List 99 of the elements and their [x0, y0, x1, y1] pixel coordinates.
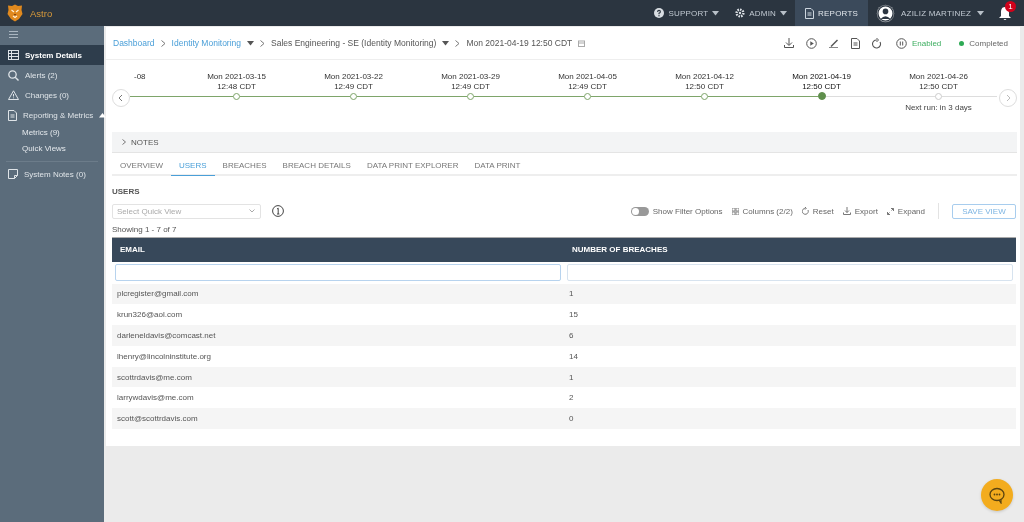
sidebar-item[interactable]: System Details: [0, 45, 104, 65]
next-run-note: Next run: in 3 days: [905, 103, 972, 112]
sidebar-item[interactable]: Reporting & Metrics: [0, 105, 104, 125]
edit-icon[interactable]: [828, 38, 839, 48]
sidebar-item[interactable]: Changes (0): [0, 85, 104, 105]
refresh-icon: [801, 207, 809, 215]
sidebar-item[interactable]: Alerts (2): [0, 65, 104, 85]
notification-badge: 1: [1005, 1, 1016, 12]
tab[interactable]: DATA PRINT: [466, 156, 529, 176]
sidebar-subitem[interactable]: Quick Views: [0, 141, 104, 157]
caret-icon: [247, 40, 255, 46]
refresh-icon[interactable]: [871, 37, 882, 49]
tab[interactable]: DATA PRINT EXPLORER: [358, 156, 467, 176]
table-cell: 6: [564, 325, 1016, 346]
document-icon[interactable]: [850, 37, 860, 49]
status-dot-icon: [959, 40, 965, 46]
breadcrumb-item: Mon 2021-04-19 12:50 CDT: [466, 38, 573, 48]
chevron-down-icon: [249, 209, 255, 213]
user-menu-button[interactable]: AZILIZ MARTINEZ: [868, 0, 992, 26]
table-cell: 0: [564, 408, 1016, 430]
notes-toggle[interactable]: NOTES: [112, 132, 1017, 153]
download-icon[interactable]: [783, 38, 794, 48]
info-icon[interactable]: [272, 205, 284, 217]
nav-menu-button[interactable]: REPORTS: [795, 0, 869, 26]
run-status: Completed: [969, 38, 1008, 48]
table-cell: scottrdavis@me.com: [112, 366, 564, 388]
timeline-date[interactable]: Mon 2021-03-29 12:49 CDT: [441, 72, 500, 92]
search-icon: [8, 69, 19, 81]
breadcrumb-item[interactable]: Sales Engineering - SE (Identity Monitoring): [271, 38, 437, 48]
expand-button[interactable]: Expand: [886, 206, 925, 216]
note-icon: [8, 169, 18, 179]
reset-button[interactable]: Reset: [801, 206, 834, 216]
timeline-date[interactable]: Mon 2021-04-19 12:50 CDT: [792, 72, 851, 92]
sidebar-item[interactable]: System Notes (0): [0, 164, 104, 184]
app-name: Astro: [30, 7, 53, 19]
column-header[interactable]: NUMBER OF BREACHES: [564, 237, 1016, 262]
timeline-point[interactable]: [467, 92, 474, 100]
help-icon: [654, 8, 665, 18]
nav-menu-button[interactable]: SUPPORT: [646, 0, 728, 26]
tab[interactable]: BREACHES: [214, 156, 275, 176]
table-cell: 2: [564, 387, 1016, 409]
avatar-icon: [876, 3, 896, 23]
document-icon: [805, 7, 815, 19]
table-cell: scott@scottrdavis.com: [112, 408, 564, 430]
caret-icon: [780, 10, 788, 16]
column-header[interactable]: EMAIL: [112, 237, 564, 262]
tab[interactable]: OVERVIEW: [112, 156, 171, 176]
timeline-date[interactable]: Mon 2021-04-05 12:49 CDT: [558, 72, 617, 92]
table-cell: 15: [564, 304, 1016, 326]
timeline-point[interactable]: [584, 92, 591, 100]
table-cell: 1: [564, 283, 1016, 305]
table-cell: lhenry@lincolninstitute.org: [112, 345, 564, 367]
column-filter-field[interactable]: [567, 264, 1013, 281]
timeline-date[interactable]: Mon 2021-04-26 12:50 CDT: [909, 72, 968, 92]
nav-menu-button[interactable]: ADMIN: [727, 0, 796, 26]
pause-icon[interactable]: [895, 37, 907, 49]
chevron-right-icon: [160, 39, 166, 47]
tab[interactable]: BREACH DETAILS: [274, 156, 359, 176]
timeline-date[interactable]: Mon 2021-03-15 12:48 CDT: [207, 72, 266, 92]
result-count: Showing 1 - 7 of 7: [112, 225, 178, 234]
settings-icon: [735, 8, 746, 18]
table-cell: darleneldavis@comcast.net: [112, 325, 564, 346]
expand-icon: [886, 207, 894, 215]
timeline-point[interactable]: [817, 92, 826, 100]
timeline-point[interactable]: [350, 92, 357, 100]
lion-logo-icon: [7, 4, 23, 22]
play-icon[interactable]: [805, 37, 817, 49]
timeline-date[interactable]: Mon 2021-04-12 12:50 CDT: [675, 72, 734, 92]
timeline-point[interactable]: [233, 92, 240, 100]
grid-icon: [731, 207, 739, 215]
caret-icon: [442, 40, 450, 46]
table-cell: larrywdavis@me.com: [112, 387, 564, 409]
speech-bubble-icon: [988, 486, 1006, 504]
chevron-right-icon: [122, 139, 126, 145]
enabled-status: Enabled: [911, 38, 942, 48]
section-title: USERS: [112, 187, 141, 196]
timeline-point[interactable]: [701, 92, 708, 100]
chevron-right-icon: [260, 39, 266, 47]
menu-icon[interactable]: [9, 31, 18, 38]
column-filter-field[interactable]: [115, 264, 561, 281]
filter-options-toggle[interactable]: Show Filter Options: [630, 206, 723, 216]
columns-button[interactable]: Columns (2/2): [731, 206, 793, 216]
timeline-date[interactable]: Mon 2021-03-22 12:49 CDT: [324, 72, 383, 92]
warning-icon: [8, 90, 19, 100]
chat-button[interactable]: [981, 479, 1013, 511]
table-cell: 14: [564, 345, 1016, 367]
caret-icon: [712, 10, 720, 16]
table-cell: krun326@aol.com: [112, 304, 564, 326]
table-icon: [8, 50, 19, 60]
table-cell: plcregister@gmail.com: [112, 283, 564, 305]
export-button[interactable]: Export: [842, 206, 878, 216]
document-icon: [8, 109, 17, 121]
timeline-date[interactable]: -08: [130, 72, 146, 92]
calendar-icon[interactable]: [578, 39, 586, 47]
caret-icon: [977, 10, 984, 16]
table-cell: 1: [564, 366, 1016, 388]
chevron-right-icon: [455, 39, 461, 47]
download-icon: [842, 207, 851, 215]
sidebar-subitem[interactable]: Metrics (9): [0, 125, 104, 141]
